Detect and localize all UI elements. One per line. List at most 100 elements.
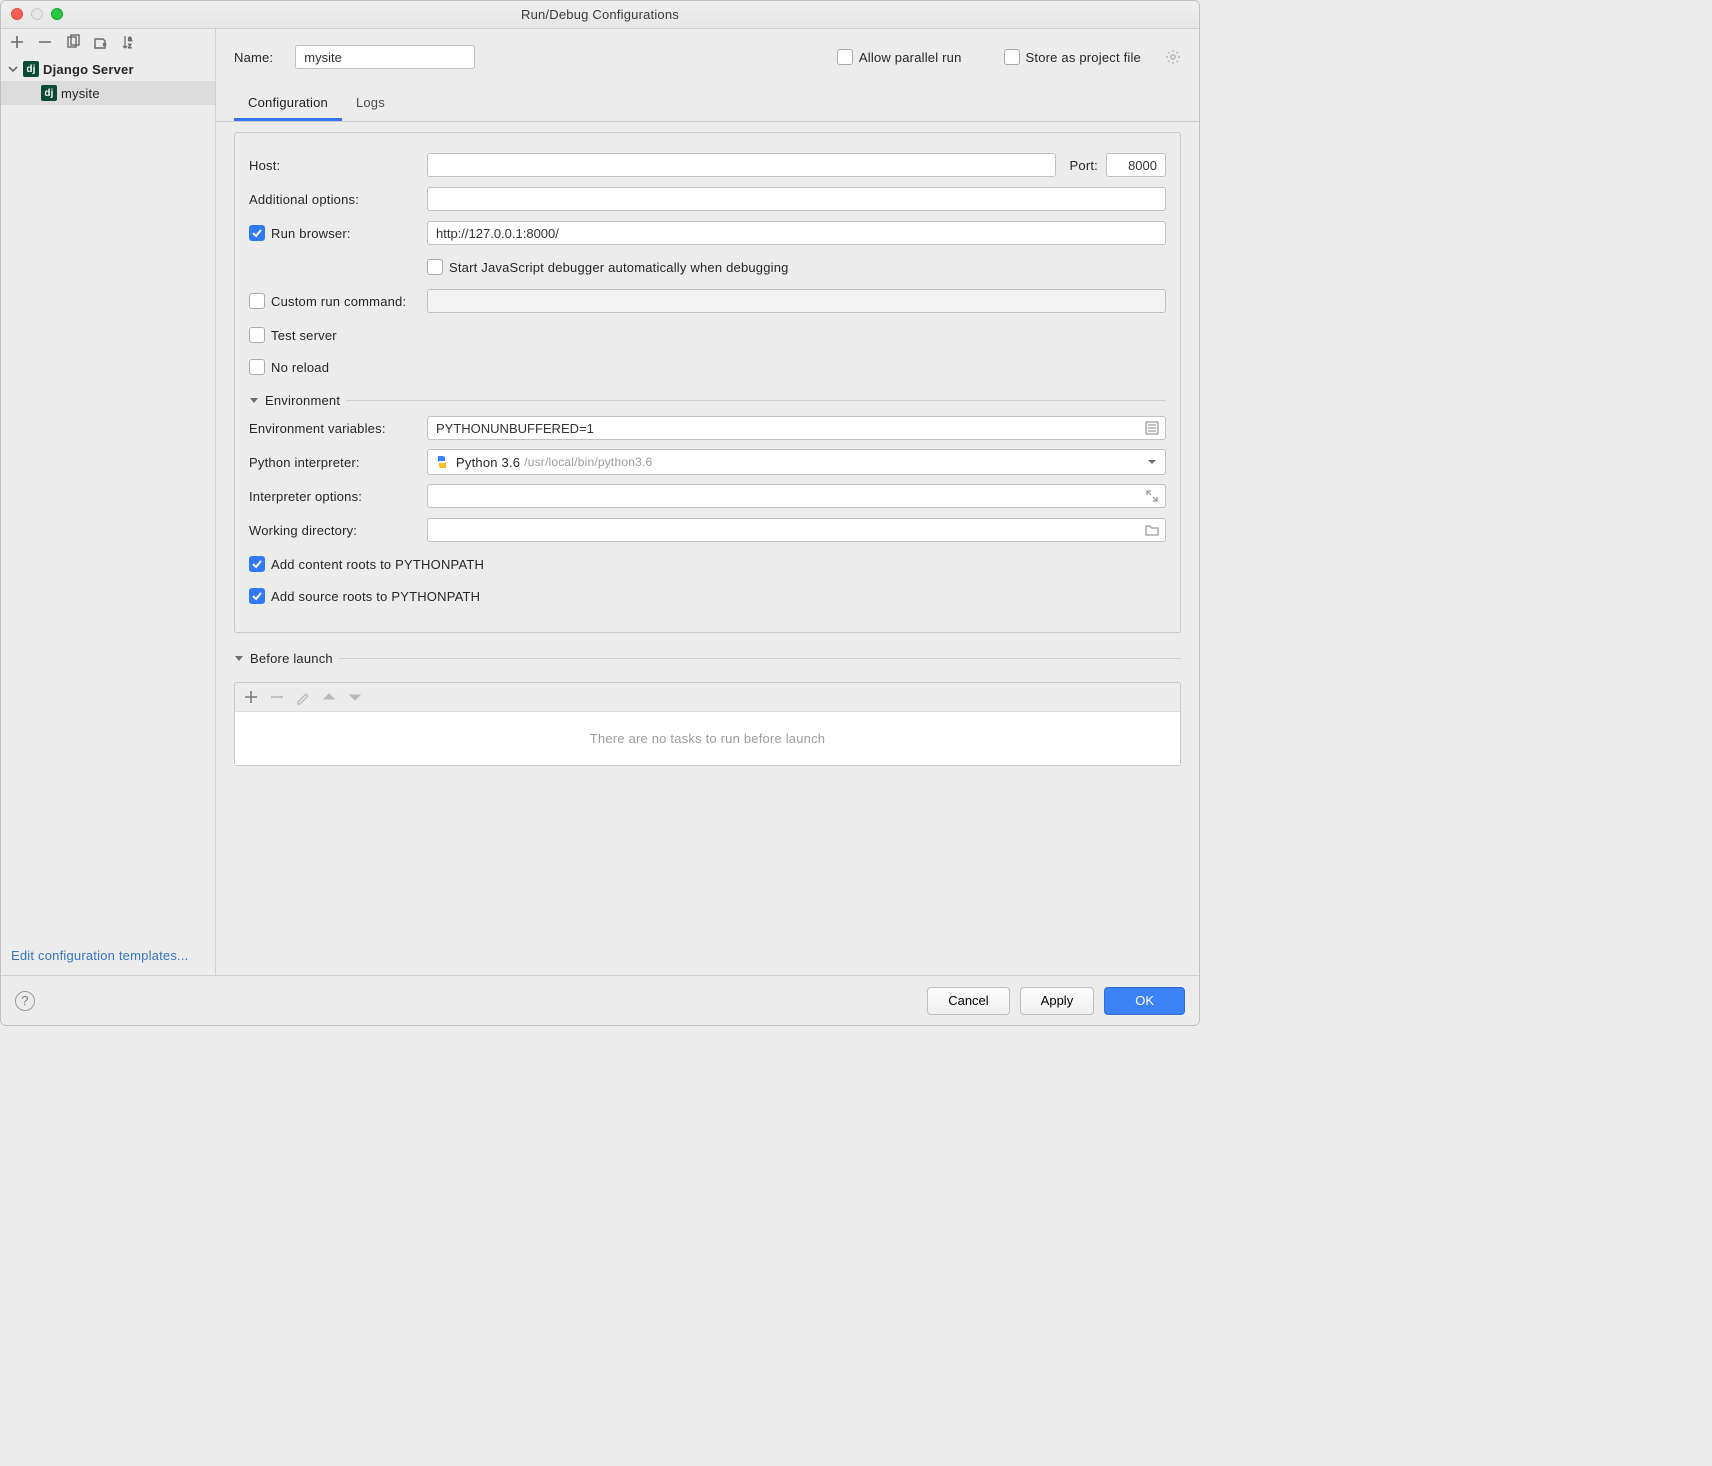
- save-config-icon[interactable]: [93, 34, 109, 50]
- checkbox-icon: [249, 225, 265, 241]
- before-launch-panel: There are no tasks to run before launch: [234, 682, 1181, 766]
- window-close-button[interactable]: [11, 8, 23, 20]
- main-panel: Name: Allow parallel run Store as projec…: [216, 29, 1199, 975]
- name-label: Name:: [234, 50, 273, 65]
- disclosure-triangle-icon: [234, 654, 244, 664]
- test-server-checkbox[interactable]: Test server: [249, 327, 337, 343]
- chevron-down-icon: [7, 63, 19, 75]
- sidebar-toolbar: az: [1, 29, 215, 55]
- svg-text:z: z: [128, 43, 132, 50]
- add-content-roots-label: Add content roots to PYTHONPATH: [271, 557, 484, 572]
- before-launch-section-header[interactable]: Before launch: [234, 651, 1181, 666]
- configuration-panel: Host: Port: Additional options:: [234, 132, 1181, 633]
- host-input[interactable]: [427, 153, 1056, 177]
- env-vars-input[interactable]: [427, 416, 1166, 440]
- gear-icon[interactable]: [1165, 49, 1181, 65]
- port-label: Port:: [1070, 158, 1098, 173]
- python-interpreter-select[interactable]: Python 3.6 /usr/local/bin/python3.6: [427, 449, 1166, 475]
- checkbox-icon: [249, 327, 265, 343]
- run-browser-checkbox[interactable]: Run browser:: [249, 225, 427, 241]
- tabs: Configuration Logs: [216, 89, 1199, 122]
- additional-options-label: Additional options:: [249, 192, 427, 207]
- add-config-icon[interactable]: [9, 34, 25, 50]
- copy-config-icon[interactable]: [65, 34, 81, 50]
- cancel-button[interactable]: Cancel: [927, 987, 1009, 1015]
- list-edit-icon[interactable]: [1144, 420, 1160, 436]
- checkbox-icon: [427, 259, 443, 275]
- interpreter-options-input[interactable]: [427, 484, 1166, 508]
- port-input[interactable]: [1106, 153, 1166, 177]
- working-directory-input[interactable]: [427, 518, 1166, 542]
- add-source-roots-checkbox[interactable]: Add source roots to PYTHONPATH: [249, 588, 480, 604]
- before-launch-empty-text: There are no tasks to run before launch: [590, 731, 825, 746]
- move-down-icon: [347, 689, 363, 705]
- allow-parallel-checkbox[interactable]: Allow parallel run: [837, 49, 962, 65]
- start-js-debugger-label: Start JavaScript debugger automatically …: [449, 260, 789, 275]
- remove-task-icon: [269, 689, 285, 705]
- interpreter-options-label: Interpreter options:: [249, 489, 427, 504]
- remove-config-icon[interactable]: [37, 34, 53, 50]
- folder-icon[interactable]: [1144, 522, 1160, 538]
- store-project-file-label: Store as project file: [1026, 50, 1141, 65]
- allow-parallel-label: Allow parallel run: [859, 50, 962, 65]
- window-zoom-button[interactable]: [51, 8, 63, 20]
- interpreter-path: /usr/local/bin/python3.6: [524, 455, 652, 469]
- tree-node-django-server[interactable]: dj Django Server: [1, 57, 215, 81]
- custom-run-command-checkbox[interactable]: Custom run command:: [249, 293, 427, 309]
- add-task-icon[interactable]: [243, 689, 259, 705]
- apply-button[interactable]: Apply: [1020, 987, 1095, 1015]
- svg-text:a: a: [128, 36, 132, 43]
- tab-logs[interactable]: Logs: [342, 89, 399, 121]
- ok-button[interactable]: OK: [1104, 987, 1185, 1015]
- add-content-roots-checkbox[interactable]: Add content roots to PYTHONPATH: [249, 556, 484, 572]
- sidebar: az dj Django Server dj mysite Edit confi…: [1, 29, 216, 975]
- test-server-label: Test server: [271, 328, 337, 343]
- name-input[interactable]: [295, 45, 475, 69]
- checkbox-icon: [249, 359, 265, 375]
- django-icon: dj: [23, 61, 39, 77]
- additional-options-input[interactable]: [427, 187, 1166, 211]
- env-vars-label: Environment variables:: [249, 421, 427, 436]
- no-reload-checkbox[interactable]: No reload: [249, 359, 329, 375]
- disclosure-triangle-icon: [249, 396, 259, 406]
- before-launch-section-title: Before launch: [250, 651, 333, 666]
- store-project-file-checkbox[interactable]: Store as project file: [1004, 49, 1141, 65]
- edit-templates-link[interactable]: Edit configuration templates...: [11, 948, 188, 963]
- tree-node-mysite[interactable]: dj mysite: [1, 81, 215, 105]
- run-browser-url-input[interactable]: [427, 221, 1166, 245]
- titlebar: Run/Debug Configurations: [1, 1, 1199, 29]
- python-icon: [434, 454, 450, 470]
- custom-run-command-input: [427, 289, 1166, 313]
- checkbox-icon: [1004, 49, 1020, 65]
- environment-section-header[interactable]: Environment: [249, 393, 1166, 408]
- help-icon[interactable]: ?: [15, 991, 35, 1011]
- python-interpreter-label: Python interpreter:: [249, 455, 427, 470]
- move-up-icon: [321, 689, 337, 705]
- window-title: Run/Debug Configurations: [521, 7, 679, 22]
- run-browser-label: Run browser:: [271, 226, 351, 241]
- config-tree: dj Django Server dj mysite: [1, 55, 215, 940]
- expand-icon[interactable]: [1144, 488, 1160, 504]
- dialog-footer: ? Cancel Apply OK: [1, 975, 1199, 1025]
- sort-config-icon[interactable]: az: [121, 34, 137, 50]
- checkbox-icon: [837, 49, 853, 65]
- tree-node-label: Django Server: [43, 62, 134, 77]
- start-js-debugger-checkbox[interactable]: Start JavaScript debugger automatically …: [427, 259, 789, 275]
- edit-task-icon: [295, 689, 311, 705]
- tree-node-label: mysite: [61, 86, 100, 101]
- checkbox-icon: [249, 556, 265, 572]
- host-label: Host:: [249, 158, 427, 173]
- custom-run-command-label: Custom run command:: [271, 294, 406, 309]
- django-icon: dj: [41, 85, 57, 101]
- environment-section-title: Environment: [265, 393, 340, 408]
- window-minimize-button: [31, 8, 43, 20]
- add-source-roots-label: Add source roots to PYTHONPATH: [271, 589, 480, 604]
- before-launch-tasks-area: There are no tasks to run before launch: [235, 711, 1180, 765]
- chevron-down-icon: [1147, 457, 1157, 467]
- checkbox-icon: [249, 293, 265, 309]
- no-reload-label: No reload: [271, 360, 329, 375]
- tab-configuration[interactable]: Configuration: [234, 89, 342, 121]
- working-directory-label: Working directory:: [249, 523, 427, 538]
- interpreter-name: Python 3.6: [456, 455, 520, 470]
- checkbox-icon: [249, 588, 265, 604]
